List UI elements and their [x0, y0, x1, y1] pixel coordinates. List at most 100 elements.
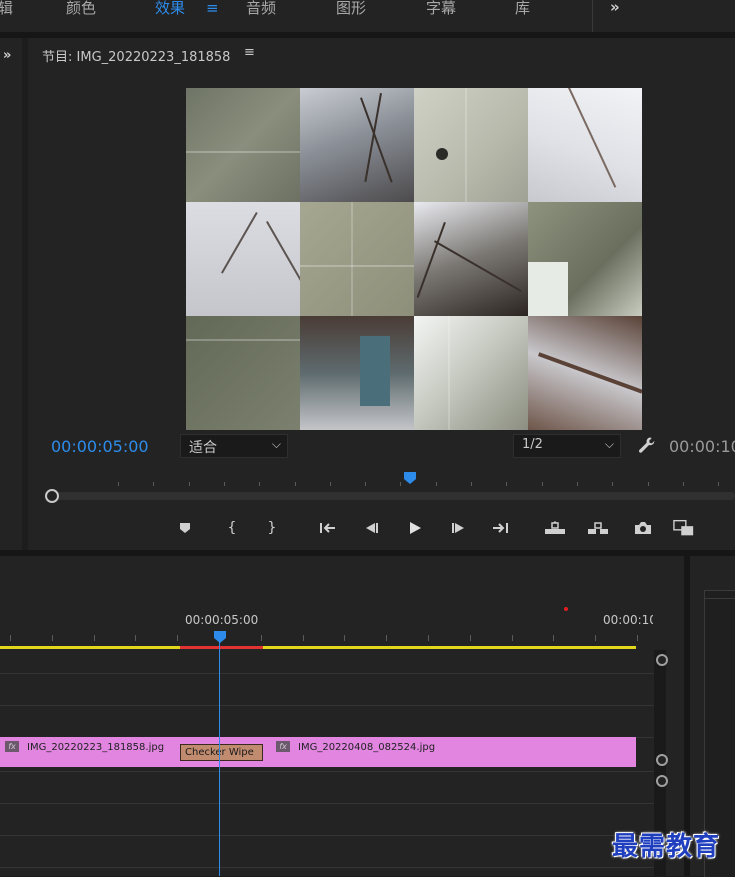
scroll-handle[interactable]	[656, 775, 668, 787]
extract-icon	[588, 522, 608, 534]
add-marker-button[interactable]	[174, 517, 196, 539]
ruler-tick	[344, 635, 346, 641]
ruler-tick	[93, 635, 95, 641]
playhead-timecode[interactable]: 00:00:05:00	[51, 437, 149, 456]
video-tile	[528, 202, 642, 316]
lift-button[interactable]	[544, 517, 566, 539]
workspace-tab-audio[interactable]: 音频	[246, 0, 276, 16]
program-monitor: 节目: IMG_20220223_181858 ≡ 00:00:05:00 适合…	[28, 38, 735, 550]
marker-icon	[180, 523, 190, 533]
hamburger-icon[interactable]: ≡	[206, 0, 219, 16]
program-monitor-title[interactable]: 节目: IMG_20220223_181858	[42, 46, 230, 65]
ruler-tick	[506, 482, 508, 486]
mark-out-icon: }	[267, 520, 277, 536]
fx-badge[interactable]: fx	[276, 741, 290, 752]
workspace-tab-color[interactable]: 颜色	[66, 0, 96, 16]
transition-clip[interactable]: Checker Wipe	[180, 744, 263, 761]
play-button[interactable]	[404, 517, 426, 539]
go-to-in-button[interactable]	[317, 517, 339, 539]
playhead-marker[interactable]	[403, 471, 417, 485]
clip-name: IMG_20220408_082524.jpg	[298, 742, 436, 753]
ruler-tick	[51, 635, 53, 641]
watermark-logo: 最需教育	[612, 832, 721, 862]
video-tile	[300, 316, 414, 430]
video-tile	[414, 316, 528, 430]
ruler-tick	[647, 482, 649, 486]
step-forward-icon	[452, 523, 464, 533]
track-divider	[0, 771, 654, 772]
ruler-tick	[329, 482, 331, 486]
playhead-line[interactable]	[219, 642, 220, 876]
video-tile	[528, 88, 642, 202]
sequence-marker[interactable]	[564, 607, 568, 611]
video-tile	[414, 88, 528, 202]
ruler-tick	[294, 482, 296, 486]
ruler-tick	[153, 482, 155, 486]
ruler-tick	[576, 482, 578, 486]
scroll-handle[interactable]	[656, 654, 668, 666]
ruler-tick	[682, 482, 684, 486]
video-tile	[300, 88, 414, 202]
workspace-tab-editing[interactable]: 辑	[0, 0, 13, 16]
zoom-scroll-bar[interactable]	[46, 492, 735, 500]
divider	[704, 598, 735, 599]
render-bar-unrendered	[180, 646, 263, 649]
ruler-tick	[469, 635, 471, 641]
ruler-tick	[10, 635, 11, 641]
step-back-button[interactable]	[360, 517, 382, 539]
timeline-panel: 00:00:05:00 00:00:10 fx IMG_20220223_181…	[0, 556, 684, 876]
hamburger-icon[interactable]: ≡	[244, 45, 255, 60]
playback-resolution-select[interactable]: 1/2 ⌵	[513, 434, 621, 458]
sequence-name: IMG_20220223_181858	[76, 50, 231, 65]
workspace-bar: 辑 颜色 效果 ≡ 音频 图形 字幕 库 »	[0, 0, 735, 32]
video-track-clips[interactable]: fx IMG_20220223_181858.jpg fx IMG_202204…	[0, 737, 636, 767]
zoom-scroll-handle[interactable]	[45, 489, 59, 503]
video-tile	[186, 202, 300, 316]
go-to-out-button[interactable]	[489, 517, 511, 539]
ruler-tick	[223, 482, 225, 486]
workspace-tab-graphics[interactable]: 图形	[336, 0, 366, 16]
ruler-tick	[400, 482, 402, 486]
mark-in-button[interactable]: {	[221, 517, 243, 539]
double-chevron-right-icon[interactable]: »	[3, 48, 11, 63]
scroll-handle[interactable]	[656, 754, 668, 766]
step-forward-button[interactable]	[448, 517, 470, 539]
double-chevron-right-icon[interactable]: »	[610, 0, 620, 15]
playhead-marker[interactable]	[213, 630, 227, 644]
ruler-tick	[118, 482, 119, 486]
chevron-down-icon: ⌵	[604, 437, 614, 451]
ruler-tick	[302, 635, 304, 641]
zoom-fit-value: 适合	[189, 440, 217, 456]
extract-button[interactable]	[587, 517, 609, 539]
ruler-tick	[428, 635, 429, 641]
workspace-tab-libraries[interactable]: 库	[515, 0, 530, 16]
comparison-view-button[interactable]	[673, 517, 695, 539]
step-back-icon	[366, 523, 378, 533]
ruler-tick	[471, 482, 472, 486]
workspace-tab-captions[interactable]: 字幕	[426, 0, 456, 16]
ruler-tick	[365, 482, 367, 486]
ruler-tick	[718, 482, 720, 486]
program-label: 节目:	[42, 50, 73, 65]
video-tile	[414, 202, 528, 316]
ruler-timecode: 00:00:10	[603, 613, 653, 627]
render-bar	[0, 646, 636, 649]
zoom-fit-select[interactable]: 适合 ⌵	[180, 434, 288, 458]
ruler-tick	[595, 635, 597, 641]
ruler-tick	[612, 482, 614, 486]
track-divider	[0, 673, 654, 674]
workspace-tab-effects[interactable]: 效果	[155, 0, 185, 16]
track-divider	[0, 867, 654, 868]
collapsed-left-panel: »	[0, 38, 22, 550]
ruler-tick	[435, 482, 437, 486]
ruler-tick	[541, 482, 543, 486]
mark-out-button[interactable]: }	[261, 517, 283, 539]
export-frame-button[interactable]	[632, 517, 654, 539]
ruler-tick	[259, 482, 261, 486]
chevron-down-icon: ⌵	[271, 437, 281, 451]
video-preview	[186, 88, 642, 430]
fx-badge[interactable]: fx	[5, 741, 19, 752]
ruler-tick	[553, 635, 555, 641]
go-to-out-icon	[493, 523, 508, 533]
wrench-icon[interactable]	[638, 436, 656, 454]
